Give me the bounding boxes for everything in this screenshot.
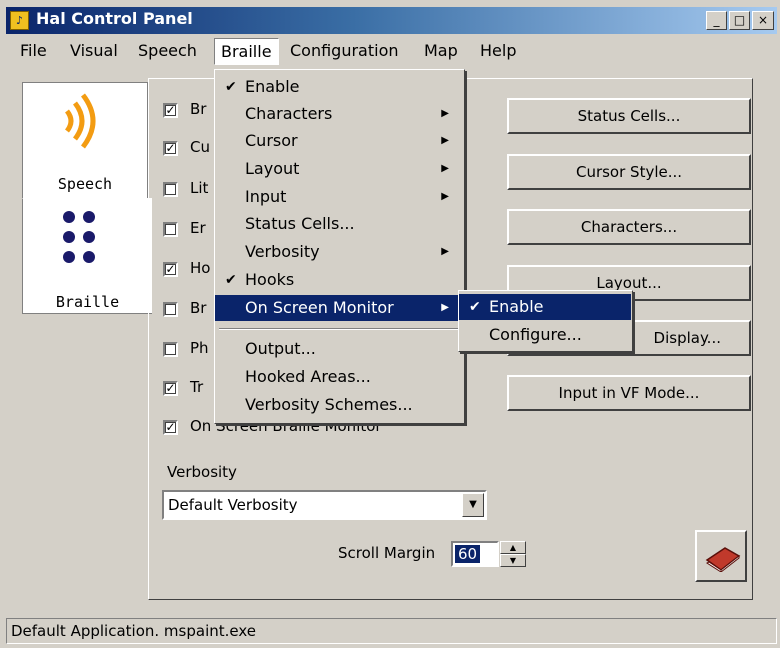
menu-item-layout[interactable]: Layout ▶: [215, 156, 463, 182]
status-bar: Default Application. mspaint.exe: [6, 618, 777, 644]
submenu-item-configure[interactable]: Configure...: [459, 322, 631, 348]
menu-visual[interactable]: Visual: [70, 41, 118, 60]
braille-menu-dropdown: ✔ Enable Characters ▶ Cursor ▶ Layout ▶ Inpu…: [214, 69, 465, 424]
window-title: Hal Control Panel: [36, 9, 193, 28]
verbosity-label: Verbosity: [167, 463, 237, 481]
checkbox-label: Tr: [190, 378, 204, 396]
app-icon: ♪: [10, 11, 29, 30]
checkbox[interactable]: [163, 342, 178, 357]
menu-map[interactable]: Map: [424, 41, 458, 60]
minimize-button[interactable]: _: [706, 11, 727, 30]
spin-down-icon[interactable]: ▼: [500, 554, 526, 567]
checkbox-label: Ph: [190, 339, 209, 357]
on-screen-monitor-submenu: ✔ Enable Configure...: [458, 290, 633, 352]
submenu-arrow-icon: ▶: [441, 302, 449, 313]
input-in-vf-mode-button[interactable]: Input in VF Mode...: [507, 375, 751, 411]
checkbox-label: Lit: [190, 179, 209, 197]
menu-item-status-cells[interactable]: Status Cells...: [215, 211, 463, 237]
submenu-arrow-icon: ▶: [441, 246, 449, 257]
menu-separator: [219, 328, 459, 330]
spin-up-icon[interactable]: ▲: [500, 541, 526, 554]
checkbox-label: Ho: [190, 259, 211, 277]
checkbox[interactable]: ✓: [163, 381, 178, 396]
characters-button[interactable]: Characters...: [507, 209, 751, 245]
scroll-margin-value: 60: [455, 545, 481, 563]
checkbox[interactable]: [163, 222, 178, 237]
verbosity-select[interactable]: Default Verbosity ▼: [162, 490, 487, 520]
menu-item-output[interactable]: Output...: [215, 336, 463, 362]
maximize-button[interactable]: □: [729, 11, 750, 30]
submenu-arrow-icon: ▶: [441, 163, 449, 174]
menu-configuration[interactable]: Configuration: [290, 41, 399, 60]
menu-item-verbosity-schemes[interactable]: Verbosity Schemes...: [215, 392, 463, 418]
menu-item-cursor[interactable]: Cursor ▶: [215, 128, 463, 154]
checkmark-icon: ✔: [225, 272, 237, 288]
checkbox-label: Er: [190, 219, 206, 237]
checkbox-label: Br: [190, 299, 207, 317]
braille-dots-icon: [63, 211, 95, 263]
speaker-waves-icon: [64, 93, 96, 149]
menu-item-hooks[interactable]: ✔ Hooks: [215, 267, 463, 293]
tab-braille-label: Braille: [55, 293, 120, 311]
scroll-margin-spinner[interactable]: ▲ ▼: [500, 541, 526, 567]
close-button[interactable]: ×: [752, 11, 774, 30]
menu-item-on-screen-monitor[interactable]: On Screen Monitor ▶: [215, 295, 463, 321]
checkmark-icon: ✔: [225, 79, 237, 95]
book-icon: [705, 547, 741, 572]
submenu-arrow-icon: ▶: [441, 108, 449, 119]
menu-item-verbosity[interactable]: Verbosity ▶: [215, 239, 463, 265]
submenu-arrow-icon: ▶: [441, 191, 449, 202]
menu-item-hooked-areas[interactable]: Hooked Areas...: [215, 364, 463, 390]
menu-braille[interactable]: Braille: [214, 38, 279, 65]
checkbox-label: Br: [190, 100, 207, 118]
scroll-margin-label: Scroll Margin: [338, 544, 436, 562]
checkbox[interactable]: ✓: [163, 141, 178, 156]
checkbox-label: Cu: [190, 138, 210, 156]
status-cells-button[interactable]: Status Cells...: [507, 98, 751, 134]
tab-braille[interactable]: Braille: [22, 198, 152, 314]
tab-speech[interactable]: Speech: [22, 82, 148, 200]
scroll-margin-input[interactable]: 60: [451, 541, 499, 567]
menu-bar: File Visual Speech Braille Configuration…: [6, 36, 777, 66]
checkbox[interactable]: [163, 302, 178, 317]
chevron-down-icon[interactable]: ▼: [462, 493, 484, 517]
menu-item-enable[interactable]: ✔ Enable: [215, 74, 463, 100]
help-book-button[interactable]: [695, 530, 747, 582]
on-screen-braille-monitor-checkbox[interactable]: ✓: [163, 420, 178, 435]
checkbox[interactable]: ✓: [163, 262, 178, 277]
menu-item-characters[interactable]: Characters ▶: [215, 101, 463, 127]
menu-help[interactable]: Help: [480, 41, 516, 60]
verbosity-selected-value: Default Verbosity: [168, 496, 298, 514]
menu-file[interactable]: File: [20, 41, 47, 60]
menu-speech[interactable]: Speech: [138, 41, 197, 60]
checkbox[interactable]: ✓: [163, 103, 178, 118]
submenu-arrow-icon: ▶: [441, 135, 449, 146]
checkbox[interactable]: [163, 182, 178, 197]
submenu-item-enable[interactable]: ✔ Enable: [459, 294, 631, 320]
tab-speech-label: Speech: [57, 175, 113, 193]
cursor-style-button[interactable]: Cursor Style...: [507, 154, 751, 190]
menu-item-input[interactable]: Input ▶: [215, 184, 463, 210]
checkmark-icon: ✔: [469, 299, 481, 315]
